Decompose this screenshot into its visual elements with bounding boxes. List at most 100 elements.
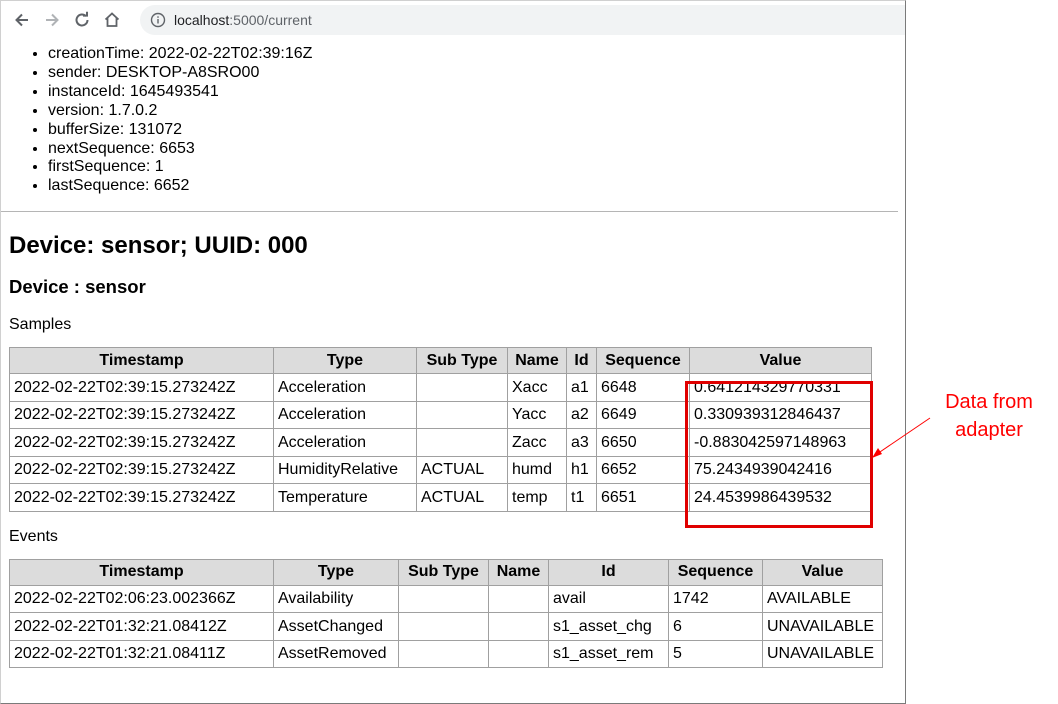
- list-item: firstSequence: 1: [48, 158, 905, 177]
- list-item: instanceId: 1645493541: [48, 83, 905, 102]
- arrow-right-icon: [46, 13, 59, 27]
- column-header: Value: [762, 558, 883, 586]
- column-header: Timestamp: [9, 347, 274, 375]
- table-cell: UNAVAILABLE: [762, 612, 883, 641]
- table-cell: avail: [548, 584, 669, 614]
- home-icon: [104, 12, 120, 27]
- table-cell: 6: [668, 612, 763, 641]
- arrow-left-icon: [15, 13, 28, 27]
- column-header: Id: [548, 558, 669, 586]
- table-cell: Acceleration: [273, 428, 417, 457]
- column-header: Type: [273, 347, 417, 375]
- browser-window: localhost:5000/current creationTime: 202…: [0, 0, 906, 704]
- column-header: Timestamp: [9, 558, 274, 586]
- table-cell: s1_asset_chg: [548, 612, 669, 641]
- table-cell: ACTUAL: [416, 483, 508, 512]
- table-row: 2022-02-22T02:06:23.002366Z Availability…: [9, 584, 883, 614]
- table-cell: Zacc: [507, 428, 567, 457]
- table-cell: [488, 639, 549, 669]
- table-cell: [416, 428, 508, 457]
- page-title: Device: sensor; UUID: 000: [9, 232, 308, 260]
- table-cell: [488, 584, 549, 614]
- value-highlight-box: [685, 381, 873, 528]
- info-icon[interactable]: [150, 12, 166, 28]
- reload-icon: [75, 11, 89, 27]
- list-item: creationTime: 2022-02-22T02:39:16Z: [48, 45, 905, 64]
- table-cell: 2022-02-22T02:39:15.273242Z: [9, 428, 274, 457]
- table-cell: Acceleration: [273, 373, 417, 402]
- table-cell: [398, 639, 489, 669]
- annotation-line-2: adapter: [955, 419, 1023, 441]
- browser-toolbar: localhost:5000/current: [1, 1, 905, 39]
- table-cell: AssetChanged: [273, 612, 399, 641]
- table-cell: 6649: [596, 400, 690, 430]
- table-header-row: Timestamp Type Sub Type Name Id Sequence…: [9, 558, 883, 586]
- column-header: Sequence: [596, 347, 690, 375]
- column-header: Sequence: [668, 558, 763, 586]
- column-header: Sub Type: [416, 347, 508, 375]
- table-cell: [398, 612, 489, 641]
- table-cell: 2022-02-22T02:39:15.273242Z: [9, 455, 274, 485]
- table-cell: Acceleration: [273, 400, 417, 430]
- table-cell: 2022-02-22T01:32:21.08411Z: [9, 639, 274, 669]
- table-cell: [416, 373, 508, 402]
- table-cell: t1: [566, 483, 597, 512]
- table-cell: a3: [566, 428, 597, 457]
- table-row: 2022-02-22T01:32:21.08411Z AssetRemoved …: [9, 639, 883, 669]
- table-cell: 2022-02-22T02:39:15.273242Z: [9, 400, 274, 430]
- table-cell: 6651: [596, 483, 690, 512]
- column-header: Name: [488, 558, 549, 586]
- forward-button[interactable]: [37, 5, 67, 35]
- table-cell: 2022-02-22T02:39:15.273242Z: [9, 483, 274, 512]
- url-path: :5000/current: [229, 12, 312, 28]
- list-item: bufferSize: 131072: [48, 121, 905, 140]
- table-cell: Xacc: [507, 373, 567, 402]
- table-cell: AssetRemoved: [273, 639, 399, 669]
- page-content: creationTime: 2022-02-22T02:39:16Z sende…: [1, 39, 905, 669]
- table-cell: [488, 612, 549, 641]
- address-bar[interactable]: localhost:5000/current: [140, 5, 905, 35]
- events-table: Timestamp Type Sub Type Name Id Sequence…: [9, 558, 883, 669]
- table-cell: s1_asset_rem: [548, 639, 669, 669]
- table-cell: humd: [507, 455, 567, 485]
- list-item: version: 1.7.0.2: [48, 102, 905, 121]
- table-cell: 1742: [668, 584, 763, 614]
- table-cell: [416, 400, 508, 430]
- table-cell: 6652: [596, 455, 690, 485]
- table-cell: UNAVAILABLE: [762, 639, 883, 669]
- home-button[interactable]: [97, 5, 127, 35]
- list-item: sender: DESKTOP-A8SRO00: [48, 64, 905, 83]
- header-info-list: creationTime: 2022-02-22T02:39:16Z sende…: [9, 45, 905, 196]
- annotation-label: Data from adapter: [930, 388, 1048, 444]
- table-cell: HumidityRelative: [273, 455, 417, 485]
- list-item: lastSequence: 6652: [48, 177, 905, 196]
- annotation-line-1: Data from: [945, 391, 1033, 413]
- events-label: Events: [9, 527, 58, 545]
- annotation-arrow-icon: [872, 417, 931, 458]
- back-button[interactable]: [7, 5, 37, 35]
- divider: [1, 211, 898, 213]
- table-cell: 2022-02-22T02:06:23.002366Z: [9, 584, 274, 614]
- column-header: Value: [689, 347, 872, 375]
- column-header: Name: [507, 347, 567, 375]
- table-cell: AVAILABLE: [762, 584, 883, 614]
- table-cell: ACTUAL: [416, 455, 508, 485]
- table-cell: 5: [668, 639, 763, 669]
- table-cell: 6650: [596, 428, 690, 457]
- table-cell: 2022-02-22T01:32:21.08412Z: [9, 612, 274, 641]
- device-subtitle: Device : sensor: [9, 276, 146, 298]
- table-cell: Availability: [273, 584, 399, 614]
- column-header: Type: [273, 558, 399, 586]
- table-cell: a1: [566, 373, 597, 402]
- url-host: localhost: [174, 12, 230, 28]
- reload-button[interactable]: [67, 5, 97, 35]
- table-cell: 2022-02-22T02:39:15.273242Z: [9, 373, 274, 402]
- table-cell: Yacc: [507, 400, 567, 430]
- table-cell: temp: [507, 483, 567, 512]
- column-header: Sub Type: [398, 558, 489, 586]
- url-text[interactable]: localhost:5000/current: [174, 12, 312, 28]
- column-header: Id: [566, 347, 597, 375]
- table-cell: [398, 584, 489, 614]
- table-cell: 6648: [596, 373, 690, 402]
- table-cell: a2: [566, 400, 597, 430]
